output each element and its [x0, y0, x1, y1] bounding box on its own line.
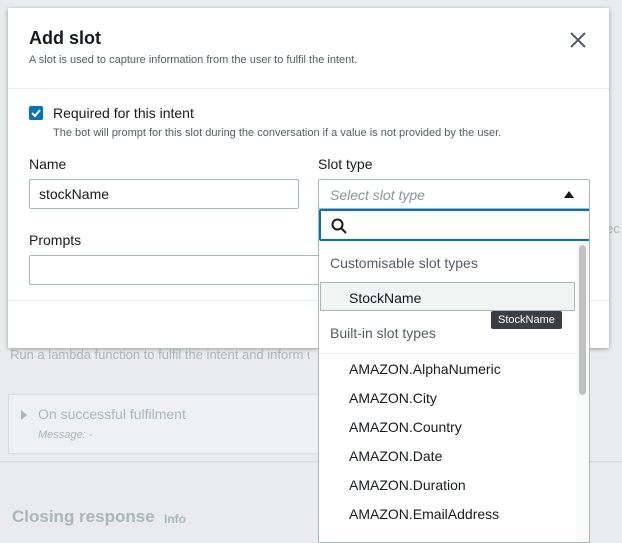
dropdown-group-custom: Customisable slot types — [330, 255, 478, 271]
slot-type-dropdown: Customisable slot types StockName Built-… — [318, 208, 590, 543]
dropdown-scrollbar-thumb[interactable] — [579, 245, 586, 395]
required-description: The bot will prompt for this slot during… — [53, 127, 502, 139]
slot-type-label: Slot type — [318, 156, 373, 172]
bg-lambda-text: Run a lambda function to fulfil the inte… — [10, 347, 310, 362]
prompts-label: Prompts — [29, 232, 82, 248]
modal-subtitle: A slot is used to capture information fr… — [29, 54, 358, 66]
required-checkbox[interactable] — [29, 106, 43, 120]
name-label: Name — [29, 156, 67, 172]
slot-type-select[interactable]: Select slot type — [318, 179, 590, 209]
prompts-input[interactable] — [29, 255, 329, 285]
caret-right-icon — [21, 410, 27, 420]
bg-card-message: Message: - — [38, 429, 93, 441]
bg-fulfilment-card: On successful fulfilment Message: - — [8, 394, 330, 454]
required-label: Required for this intent — [53, 105, 194, 121]
check-icon — [31, 109, 41, 118]
dropdown-option[interactable]: AMAZON.Duration — [349, 477, 466, 493]
close-icon — [570, 32, 586, 48]
option-tooltip: StockName — [491, 311, 562, 329]
dropdown-search-input[interactable] — [319, 209, 589, 241]
dropdown-option-stockname[interactable]: StockName — [349, 290, 421, 306]
modal-header: Add slot A slot is used to capture infor… — [8, 8, 609, 89]
bg-info-link: Info — [164, 512, 186, 526]
close-button[interactable] — [566, 28, 590, 52]
search-icon — [331, 218, 347, 234]
name-input[interactable]: stockName — [29, 179, 299, 209]
bg-closing-heading: Closing response — [12, 507, 155, 526]
slot-type-placeholder: Select slot type — [330, 187, 425, 203]
modal-title: Add slot — [29, 28, 101, 48]
dropdown-option[interactable]: AMAZON.AlphaNumeric — [349, 361, 501, 377]
dropdown-option[interactable]: AMAZON.EmailAddress — [349, 506, 499, 522]
caret-up-icon — [564, 191, 574, 198]
dropdown-group-builtin: Built-in slot types — [330, 325, 436, 341]
bg-card-title: On successful fulfilment — [38, 406, 186, 422]
dropdown-option[interactable]: AMAZON.Date — [349, 448, 442, 464]
dropdown-option[interactable]: AMAZON.Country — [349, 419, 462, 435]
dropdown-option[interactable]: AMAZON.City — [349, 390, 437, 406]
dropdown-separator — [319, 353, 577, 354]
